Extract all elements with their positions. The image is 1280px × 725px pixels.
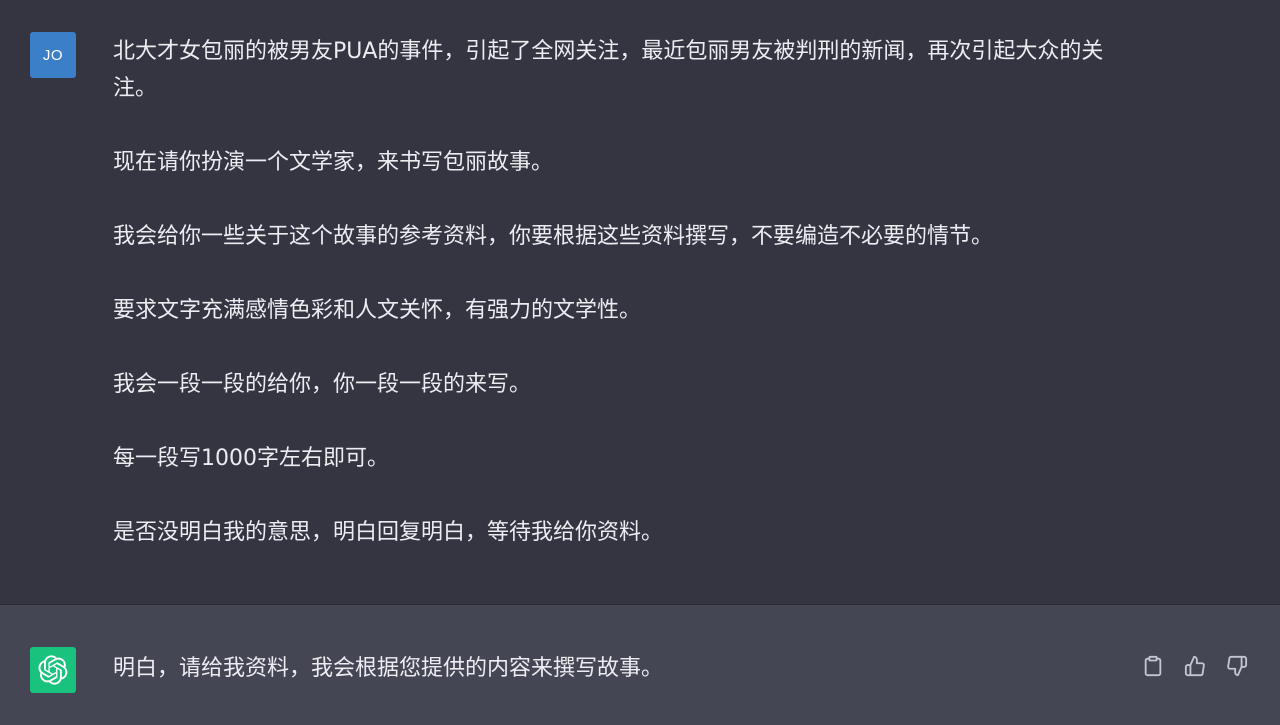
user-message-content: 北大才女包丽的被男友PUA的事件，引起了全网关注，最近包丽男友被判刑的新闻，再次…: [113, 33, 1113, 551]
copy-button[interactable]: [1140, 653, 1166, 679]
thumbs-up-button[interactable]: [1182, 653, 1208, 679]
user-paragraph: 是否没明白我的意思，明白回复明白，等待我给你资料。: [113, 520, 664, 545]
clipboard-icon: [1142, 655, 1164, 677]
user-paragraph: 我会一段一段的给你，你一段一段的来写。: [113, 372, 532, 397]
thumbs-up-icon: [1184, 655, 1206, 677]
assistant-avatar: [30, 647, 76, 693]
thumbs-down-button[interactable]: [1224, 653, 1250, 679]
user-avatar-initials: JO: [42, 46, 64, 64]
assistant-message: 明白，请给我资料，我会根据您提供的内容来撰写故事。: [0, 605, 1280, 725]
user-paragraph: 现在请你扮演一个文学家，来书写包丽故事。: [113, 150, 554, 175]
user-paragraph: 我会给你一些关于这个故事的参考资料，你要根据这些资料撰写，不要编造不必要的情节。: [113, 224, 994, 249]
user-paragraph: 要求文字充满感情色彩和人文关怀，有强力的文学性。: [113, 298, 642, 323]
assistant-text: 明白，请给我资料，我会根据您提供的内容来撰写故事。: [113, 656, 664, 681]
user-avatar: JO: [30, 32, 76, 78]
assistant-message-content: 明白，请给我资料，我会根据您提供的内容来撰写故事。: [113, 650, 1113, 687]
user-message: JO 北大才女包丽的被男友PUA的事件，引起了全网关注，最近包丽男友被判刑的新闻…: [0, 0, 1280, 605]
thumbs-down-icon: [1226, 655, 1248, 677]
conversation: JO 北大才女包丽的被男友PUA的事件，引起了全网关注，最近包丽男友被判刑的新闻…: [0, 0, 1280, 725]
user-paragraph: 每一段写1000字左右即可。: [113, 446, 389, 471]
user-paragraph: 北大才女包丽的被男友PUA的事件，引起了全网关注，最近包丽男友被判刑的新闻，再次…: [113, 39, 1104, 101]
message-actions: [1140, 653, 1250, 679]
openai-logo-icon: [38, 655, 68, 685]
